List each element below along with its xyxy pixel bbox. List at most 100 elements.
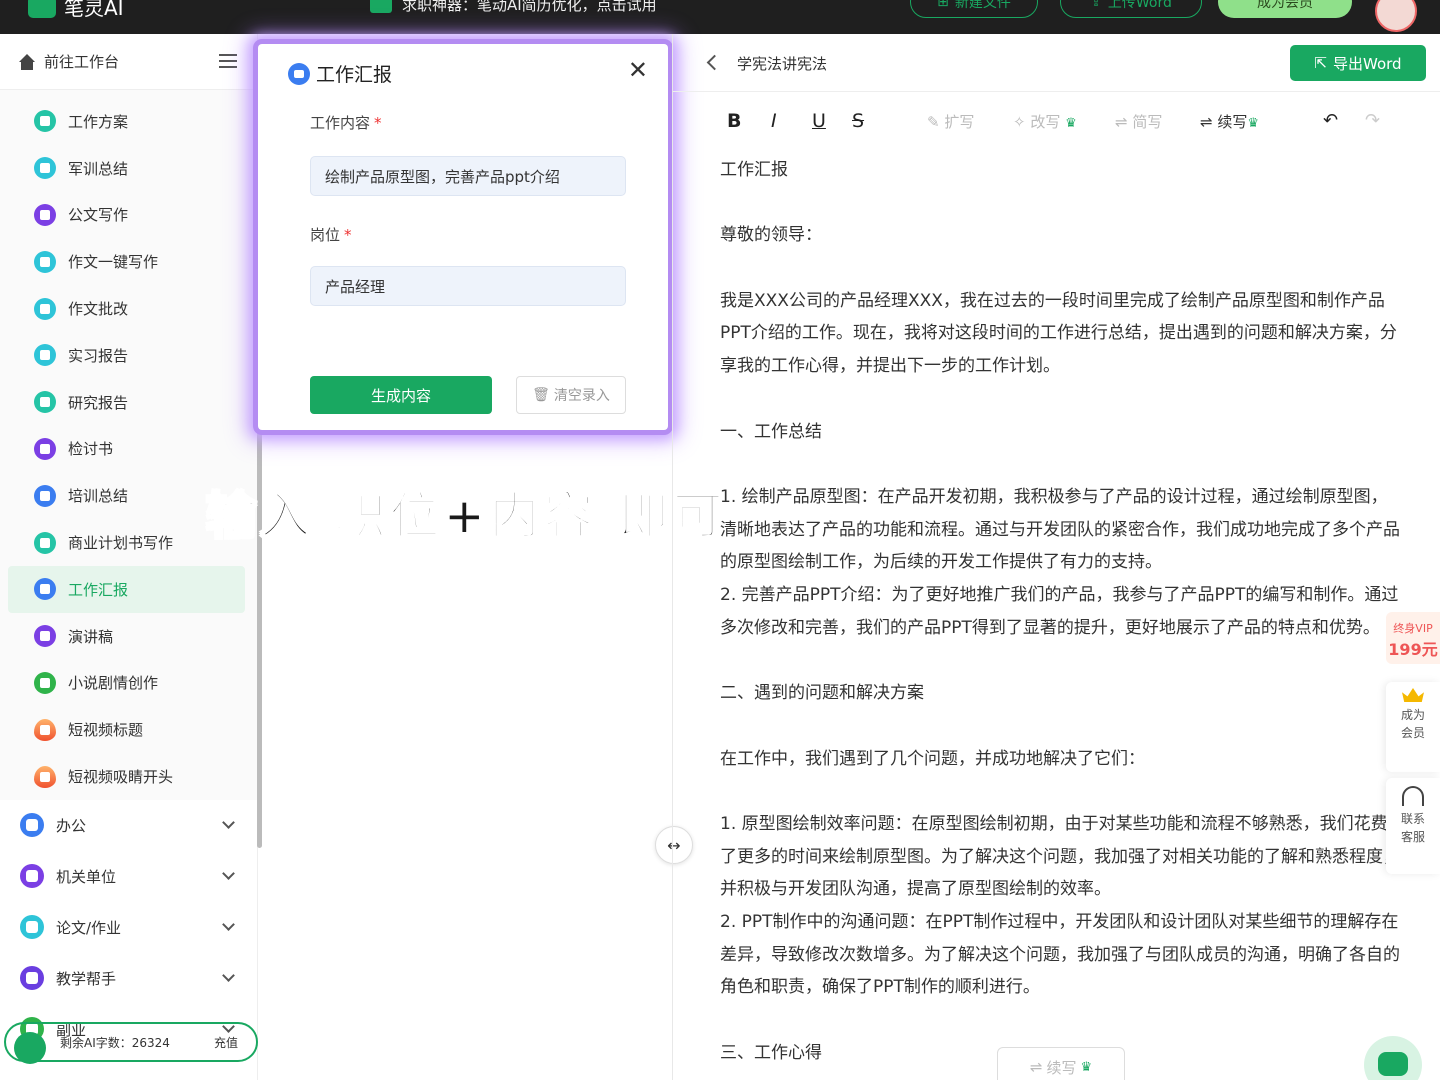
trash-icon: 🗑 [532,387,550,403]
lifetime-vip-badge[interactable]: 终身VIP 199元 [1386,612,1440,664]
sidebar-tool-label: 演讲稿 [68,627,114,646]
document-paragraph [720,187,1400,220]
upload-word-button[interactable]: ⇪ 上传Word [1060,0,1202,18]
back-icon[interactable] [706,54,723,71]
sidebar-tool-item[interactable]: 短视频吸睛开头 [8,753,245,800]
sidebar-tool-item[interactable]: 工作汇报 [8,565,245,613]
top-bar: 笔灵AI 求职神器：笔动AI简历优化，点击试用 ⊞ 新建文件 ⇪ 上传Word … [0,0,1440,34]
chevron-down-icon [222,867,235,880]
italic-button[interactable]: I [771,110,777,132]
required-mark: * [344,226,352,244]
sidebar-tool-item[interactable]: 实习报告 [8,332,245,379]
tool-icon [34,484,56,507]
sidebar-tool-item[interactable]: 短视频标题 [8,706,245,753]
sidebar-tool-label: 实习报告 [68,346,129,365]
clear-input-button[interactable]: 🗑 清空录入 [516,376,626,414]
sidebar-tool-label: 小说剧情创作 [68,674,159,693]
megaphone-icon [370,0,392,13]
expand-button[interactable]: ✎ 扩写 [927,111,974,132]
sidebar-tool-item[interactable]: 演讲稿 [8,613,245,660]
category-label: 机关单位 [56,867,117,886]
document-body[interactable]: 工作汇报 尊敬的领导： 我是XXX公司的产品经理XXX，我在过去的一段时间里完成了绘… [720,154,1400,1070]
contact-service-float[interactable]: 联系客服 [1386,778,1440,874]
tool-icon [34,671,56,694]
sidebar-tool-item[interactable]: 小说剧情创作 [8,660,245,707]
new-file-button[interactable]: ⊞ 新建文件 [910,0,1038,18]
upload-icon: ⇪ [1090,0,1102,10]
category-icon [20,864,44,889]
recharge-link[interactable]: 充值 [214,1034,238,1051]
sidebar-tool-item[interactable]: 研究报告 [8,379,245,426]
sidebar-tool-label: 商业计划书写作 [68,534,174,553]
category-icon [20,966,44,991]
category-icon [20,813,44,838]
continue-button[interactable]: ⇌ 续写♛ [1200,111,1259,132]
sidebar-category[interactable]: 教学帮手 [0,953,257,1004]
become-member-button[interactable]: 成为会员 [1218,0,1352,18]
document-paragraph [720,448,1400,481]
clear-label: 清空录入 [553,388,610,404]
strikethrough-button[interactable]: S [852,110,864,132]
expand-label: 扩写 [944,113,975,131]
position-input[interactable]: 产品经理 [310,266,626,306]
chevron-down-icon [222,816,235,829]
document-paragraph: 工作汇报 [720,160,788,180]
panel-divider [672,34,673,1080]
document-title[interactable]: 学宪法讲宪法 [737,53,827,74]
tool-icon [34,203,56,226]
document-paragraph [720,775,1400,808]
sidebar-category[interactable]: 机关单位 [0,851,257,902]
sidebar-category[interactable]: 办公 [0,800,257,851]
announcement[interactable]: 求职神器：笔动AI简历优化，点击试用 [370,0,657,15]
brand[interactable]: 笔灵AI [28,0,124,21]
plus-icon: ⊞ [937,0,949,10]
tool-list: 工作方案军训总结公文写作作文一键写作作文批改实习报告研究报告 检讨书培训总结商业计… [0,90,257,800]
simplify-button[interactable]: ⇌ 简写 [1115,111,1162,132]
crown-icon: ♛ [1065,116,1077,131]
become-member-float[interactable]: 成为会员 [1386,682,1440,772]
underline-button[interactable]: U [812,110,826,132]
floating-continue-button[interactable]: ⇌ 续写 ♛ [997,1047,1125,1080]
sidebar-tool-item[interactable]: 作文批改 [8,285,245,332]
document-paragraph: 二、遇到的问题和解决方案 [720,683,924,704]
continue-label: 续写 [1217,113,1248,131]
tool-icon [34,297,56,320]
document-paragraph [720,710,1400,743]
category-list: 办公 机关单位 论文/作业 教学帮手 副业 [0,800,257,1055]
ai-word-balance[interactable]: 剩余AI字数：26324 充值 [4,1022,258,1064]
undo-icon[interactable]: ↶ [1323,110,1338,131]
rewrite-button[interactable]: ✧ 改写 ♛ [1013,111,1077,132]
work-content-input[interactable]: 绘制产品原型图，完善产品ppt介绍 [310,156,626,196]
workbench-label: 前往工作台 [44,53,120,71]
resize-handle-icon[interactable]: ↔ [655,826,693,864]
document-paragraph: 2. 完善产品PPT介绍：为了更好地推广我们的产品，我参与了产品PPT的编写和制… [720,585,1399,638]
sidebar-tool-label: 军训总结 [68,159,129,178]
ai-assistant-icon[interactable] [1364,1036,1422,1080]
go-to-workbench[interactable]: 前往工作台 [0,34,257,90]
sidebar-tool-label: 短视频吸睛开头 [68,768,174,787]
collapse-menu-icon[interactable] [219,54,237,68]
sidebar-tool-item[interactable]: 工作方案 [8,98,245,145]
sidebar-tool-label: 公文写作 [68,206,129,225]
sidebar-tool-label: 作文一键写作 [68,253,159,272]
sidebar-tool-item[interactable]: 公文写作 [8,192,245,239]
document-paragraph [720,383,1400,416]
redo-icon[interactable]: ↷ [1365,110,1380,131]
document-paragraph: 1. 原型图绘制效率问题：在原型图绘制初期，由于对某些功能和流程不够熟悉，我们花… [720,813,1400,900]
sidebar: 前往工作台 工作方案军训总结公文写作作文一键写作作文批改实习报告研究报告 检讨书培… [0,34,258,1080]
avatar[interactable] [1375,0,1417,32]
document-paragraph: 1. 绘制产品原型图：在产品开发初期，我积极参与了产品的设计过程，通过绘制原型图… [720,486,1400,573]
sidebar-tool-item[interactable]: 军训总结 [8,145,245,192]
document-paragraph [720,644,1400,677]
rewrite-label: 改写 [1030,113,1061,131]
simplify-label: 简写 [1132,113,1163,131]
sidebar-category[interactable]: 论文/作业 [0,902,257,953]
sidebar-tool-label: 培训总结 [68,487,129,506]
bold-button[interactable]: B [727,110,741,132]
sidebar-tool-item[interactable]: 作文一键写作 [8,238,245,285]
export-word-button[interactable]: ⇱ 导出Word [1290,45,1426,81]
generate-button[interactable]: 生成内容 [310,376,492,414]
new-file-label: 新建文件 [954,0,1011,11]
close-icon[interactable]: ✕ [628,58,648,82]
sidebar-tool-item[interactable]: 检讨书 [8,426,245,473]
